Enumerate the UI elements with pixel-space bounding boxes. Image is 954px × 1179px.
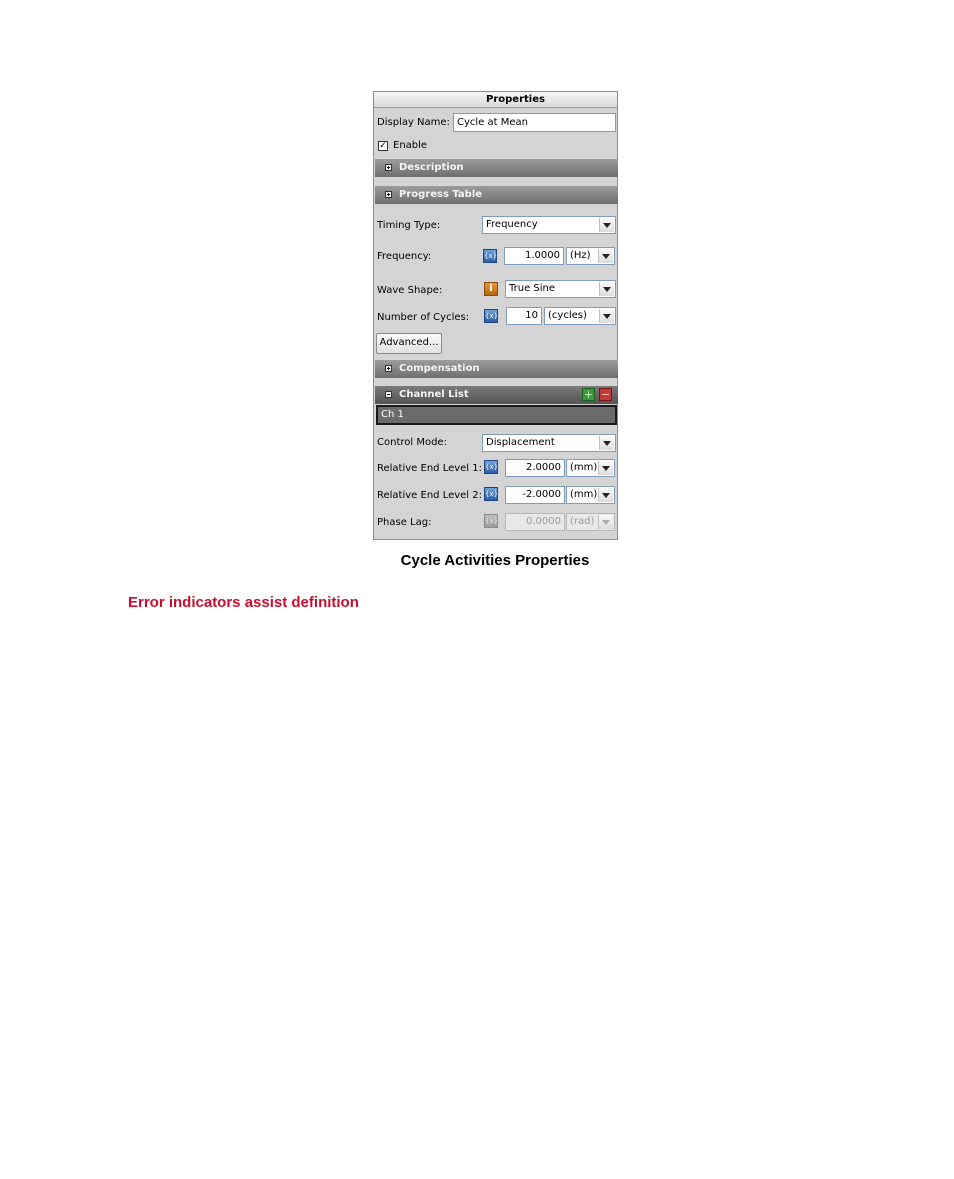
frequency-input[interactable]: 1.0000 bbox=[504, 247, 564, 265]
cycles-unit-value: (cycles) bbox=[548, 310, 587, 321]
wave-shape-label: Wave Shape: bbox=[377, 285, 443, 296]
add-channel-icon[interactable] bbox=[582, 388, 595, 401]
figure-caption: Cycle Activities Properties bbox=[400, 552, 590, 569]
variable-icon[interactable]: {x} bbox=[484, 487, 498, 501]
control-mode-value: Displacement bbox=[486, 437, 555, 448]
phase-lag-input: 0.0000 bbox=[505, 513, 565, 531]
relative-end-level-2-unit-select[interactable]: (mm) bbox=[566, 486, 615, 504]
timing-type-select[interactable]: Frequency bbox=[482, 216, 616, 234]
chevron-down-icon bbox=[598, 515, 613, 529]
wave-shape-select[interactable]: True Sine bbox=[505, 280, 616, 298]
control-mode-label: Control Mode: bbox=[377, 437, 447, 448]
relative-end-level-1-input[interactable]: 2.0000 bbox=[505, 459, 565, 477]
section-channel-list-label: Channel List bbox=[399, 389, 469, 400]
collapse-icon bbox=[385, 391, 392, 398]
relative-end-level-2-label: Relative End Level 2: bbox=[377, 490, 482, 501]
phase-lag-label: Phase Lag: bbox=[377, 517, 432, 528]
properties-panel: Properties Display Name: Cycle at Mean ✓… bbox=[373, 91, 618, 540]
relative-end-level-1-unit: (mm) bbox=[570, 462, 598, 473]
section-progress-table-label: Progress Table bbox=[399, 189, 483, 200]
frequency-unit-value: (Hz) bbox=[570, 250, 591, 261]
chevron-down-icon bbox=[599, 436, 614, 450]
section-description[interactable]: Description bbox=[375, 159, 618, 177]
phase-lag-unit-select: (rad) bbox=[566, 513, 615, 531]
expand-icon bbox=[385, 164, 392, 171]
chevron-down-icon bbox=[599, 282, 614, 296]
enable-checkbox[interactable]: ✓ bbox=[378, 141, 388, 151]
variable-icon: {x} bbox=[484, 514, 498, 528]
chevron-down-icon bbox=[599, 218, 614, 232]
info-icon[interactable]: i bbox=[484, 282, 498, 296]
section-heading: Error indicators assist definition bbox=[128, 594, 359, 611]
section-compensation[interactable]: Compensation bbox=[375, 360, 618, 378]
control-mode-select[interactable]: Displacement bbox=[482, 434, 616, 452]
frequency-label: Frequency: bbox=[377, 251, 432, 262]
relative-end-level-2-input[interactable]: -2.0000 bbox=[505, 486, 565, 504]
relative-end-level-1-unit-select[interactable]: (mm) bbox=[566, 459, 615, 477]
section-description-label: Description bbox=[399, 162, 464, 173]
relative-end-level-1-label: Relative End Level 1: bbox=[377, 463, 482, 474]
timing-type-label: Timing Type: bbox=[377, 220, 441, 231]
relative-end-level-2-unit: (mm) bbox=[570, 489, 598, 500]
section-channel-list[interactable]: Channel List bbox=[375, 386, 618, 404]
channel-list-item[interactable]: Ch 1 bbox=[376, 405, 617, 425]
display-name-label: Display Name: bbox=[377, 117, 450, 128]
remove-channel-icon[interactable] bbox=[599, 388, 612, 401]
advanced-button[interactable]: Advanced... bbox=[376, 333, 442, 354]
chevron-down-icon bbox=[599, 309, 614, 323]
enable-label: Enable bbox=[393, 140, 428, 151]
expand-icon bbox=[385, 191, 392, 198]
frequency-unit-select[interactable]: (Hz) bbox=[566, 247, 615, 265]
chevron-down-icon bbox=[598, 461, 613, 475]
number-of-cycles-input[interactable]: 10 bbox=[506, 307, 542, 325]
section-progress-table[interactable]: Progress Table bbox=[375, 186, 618, 204]
section-compensation-label: Compensation bbox=[399, 363, 480, 374]
phase-lag-unit: (rad) bbox=[570, 516, 595, 527]
variable-icon[interactable]: {x} bbox=[484, 460, 498, 474]
chevron-down-icon bbox=[598, 249, 613, 263]
wave-shape-value: True Sine bbox=[509, 283, 556, 294]
variable-icon[interactable]: {x} bbox=[483, 249, 497, 263]
number-of-cycles-label: Number of Cycles: bbox=[377, 312, 470, 323]
variable-icon[interactable]: {x} bbox=[484, 309, 498, 323]
panel-title: Properties bbox=[374, 92, 617, 108]
display-name-input[interactable]: Cycle at Mean bbox=[453, 113, 616, 132]
timing-type-value: Frequency bbox=[486, 219, 538, 230]
chevron-down-icon bbox=[598, 488, 613, 502]
expand-icon bbox=[385, 365, 392, 372]
cycles-unit-select[interactable]: (cycles) bbox=[544, 307, 616, 325]
